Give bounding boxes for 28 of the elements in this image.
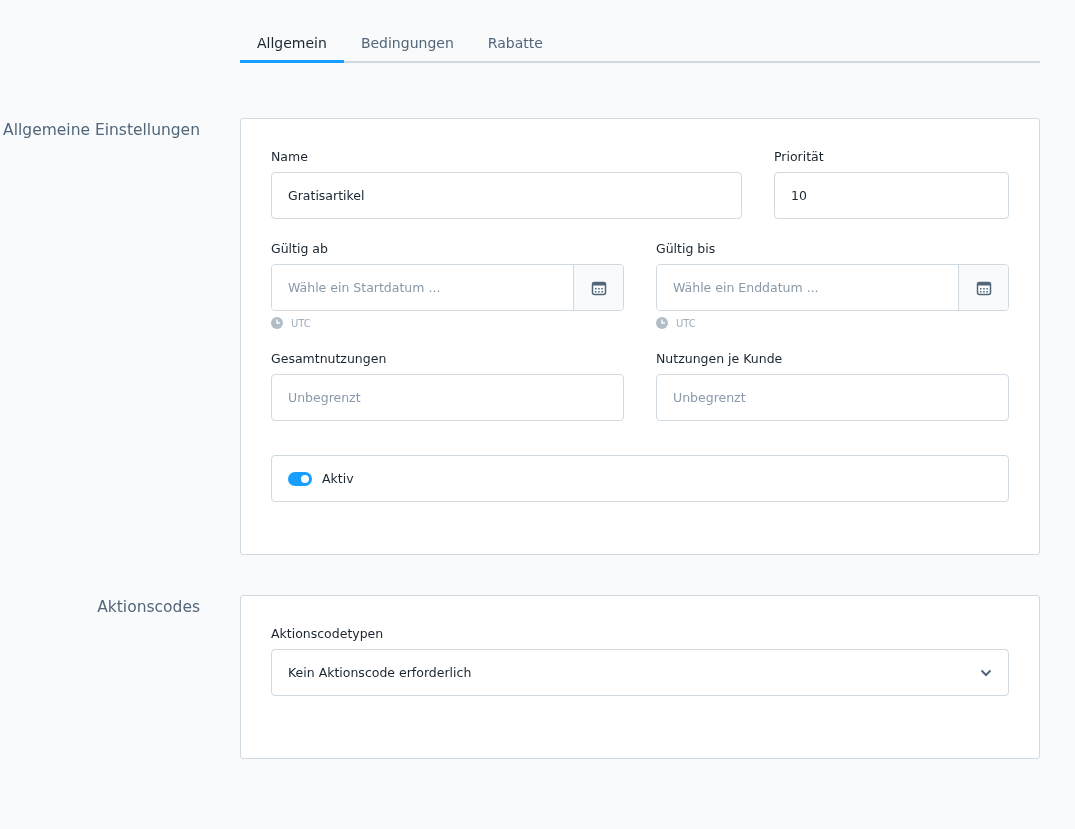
tab[interactable]: Allgemein (240, 27, 344, 63)
tab[interactable]: Bedingungen (343, 27, 471, 63)
usage-limit-field[interactable]: Unbegrenzt (271, 374, 624, 421)
priority-field[interactable]: 10 (774, 172, 1009, 219)
name-field[interactable]: Gratisartikel (271, 172, 742, 219)
section-title: Aktionscodes (96, 597, 200, 618)
toggle-switch[interactable] (288, 471, 312, 486)
section-title: Allgemeine Einstellungen (2, 120, 200, 141)
field-label: Name (271, 149, 309, 164)
field-label: Gültig bis (656, 241, 717, 256)
switch-label: Aktiv (322, 471, 354, 486)
field-label: Gültig ab (271, 241, 329, 256)
timezone-label: UTC (676, 317, 696, 329)
date-field[interactable]: Wähle ein Startdatum ... (271, 264, 624, 311)
clock-icon (271, 317, 283, 329)
calendar-icon (590, 279, 607, 296)
chevron-down-icon (980, 668, 992, 677)
timezone-label: UTC (291, 317, 311, 329)
tab[interactable]: Rabatte (470, 27, 560, 63)
field-label: Aktionscodetypen (271, 626, 385, 641)
code-type-select[interactable]: Kein Aktionscode erforderlich (271, 649, 1009, 696)
field-label: Priorität (774, 149, 825, 164)
calendar-icon (975, 279, 992, 296)
field-label: Gesamtnutzungen (271, 351, 388, 366)
clock-icon (656, 317, 668, 329)
usage-limit-field[interactable]: Unbegrenzt (656, 374, 1009, 421)
date-field[interactable]: Wähle ein Enddatum ... (656, 264, 1009, 311)
field-label: Nutzungen je Kunde (656, 351, 784, 366)
